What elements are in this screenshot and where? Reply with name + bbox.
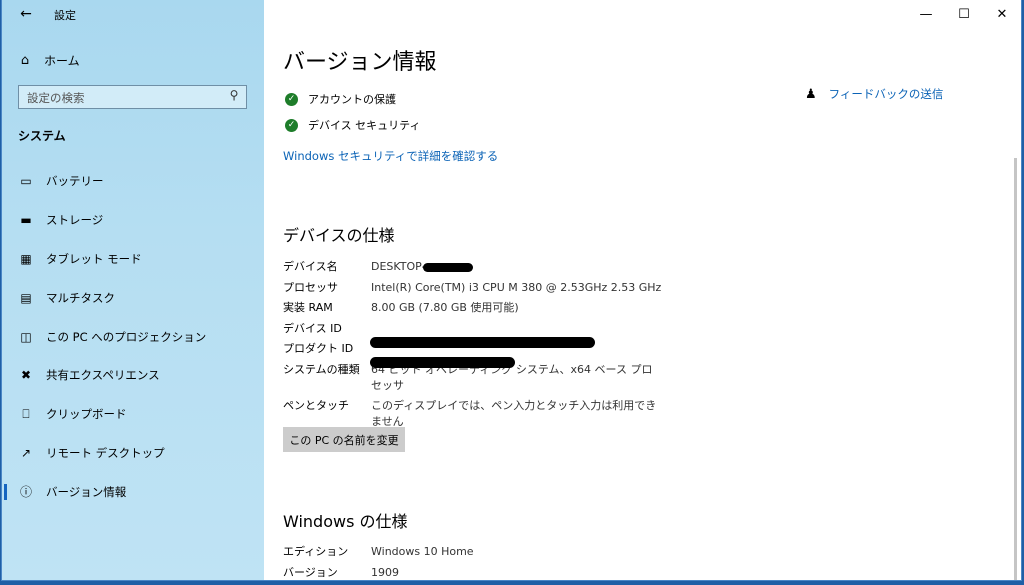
redaction-mark — [423, 263, 473, 272]
remote-desktop-icon: ↗ — [20, 445, 32, 460]
app-title: 設定 — [54, 9, 76, 22]
spec-row: バージョン 1909 — [283, 565, 663, 581]
sidebar-item-label: マルチタスク — [46, 290, 115, 305]
device-spec-heading: デバイスの仕様 — [283, 226, 395, 245]
check-circle-icon: ✓ — [285, 92, 298, 106]
status-label: デバイス セキュリティ — [308, 119, 421, 132]
spec-row: プロセッサ Intel(R) Core(TM) i3 CPU M 380 @ 2… — [283, 280, 663, 296]
spec-value: Intel(R) Core(TM) i3 CPU M 380 @ 2.53GHz… — [371, 280, 662, 294]
spec-value: 8.00 GB (7.80 GB 使用可能) — [371, 301, 519, 314]
check-circle-icon: ✓ — [285, 118, 298, 132]
spec-key: デバイス ID — [283, 321, 342, 335]
shared-experience-icon: ✖ — [20, 368, 32, 383]
device-security-status: ✓ デバイス セキュリティ — [283, 115, 421, 135]
windows-spec-heading: Windows の仕様 — [283, 512, 408, 531]
redaction-mark — [370, 357, 515, 368]
clipboard-icon: ⎕ — [22, 406, 30, 421]
redaction-mark — [370, 337, 595, 348]
sidebar-item-label: バッテリー — [46, 174, 104, 189]
battery-icon: ▭ — [20, 174, 32, 189]
feedback-link[interactable]: ♟ フィードバックの送信 — [805, 86, 943, 102]
spec-key: バージョン — [283, 565, 338, 579]
sidebar-item-label: ストレージ — [46, 213, 104, 228]
sidebar-item-label: ホーム — [44, 53, 80, 68]
security-details-link[interactable]: Windows セキュリティで詳細を確認する — [283, 148, 498, 164]
spec-row: ペンとタッチ このディスプレイでは、ペン入力とタッチ入力は利用できません — [283, 398, 663, 430]
sidebar-nav: ▭ バッテリー ▬ ストレージ ▦ タブレット モード ▤ マルチタスク ◫ こ… — [2, 162, 264, 511]
feedback-icon: ♟ — [805, 86, 817, 102]
sidebar-item-remote-desktop[interactable]: ↗ リモート デスクトップ — [2, 434, 264, 473]
sidebar-item-shared-experience[interactable]: ✖ 共有エクスペリエンス — [2, 356, 264, 395]
scrollbar[interactable] — [1014, 158, 1017, 580]
windows-spec-table: エディション Windows 10 Home バージョン 1909 — [283, 544, 663, 580]
feedback-label: フィードバックの送信 — [828, 87, 944, 101]
sidebar-item-tablet-mode[interactable]: ▦ タブレット モード — [2, 240, 264, 279]
sidebar-item-label: この PC へのプロジェクション — [46, 329, 207, 344]
home-icon: ⌂ — [20, 52, 30, 68]
sidebar-item-label: タブレット モード — [46, 251, 142, 266]
spec-row: エディション Windows 10 Home — [283, 544, 663, 560]
sidebar-item-multitasking[interactable]: ▤ マルチタスク — [2, 278, 264, 317]
sidebar-item-label: クリップボード — [46, 407, 127, 422]
spec-key: システムの種類 — [283, 362, 360, 376]
settings-window: ← 設定 ⌂ ホーム ⚲ システム ▭ バッテリー ▬ ストレージ ▦ タブレッ… — [2, 0, 1021, 580]
search-input[interactable] — [19, 86, 229, 110]
projection-icon: ◫ — [20, 329, 32, 344]
spec-key: プロセッサ — [283, 280, 338, 294]
section-heading: システム — [18, 129, 66, 143]
page-title: バージョン情報 — [283, 50, 437, 75]
spec-row: デバイス ID — [283, 321, 663, 337]
main-content: バージョン情報 ♟ フィードバックの送信 ✓ アカウントの保護 ✓ デバイス セ… — [283, 0, 1003, 580]
sidebar: ← 設定 ⌂ ホーム ⚲ システム ▭ バッテリー ▬ ストレージ ▦ タブレッ… — [2, 0, 264, 580]
spec-value — [371, 321, 663, 337]
sidebar-item-clipboard[interactable]: ⎕ クリップボード — [2, 395, 264, 434]
search-icon[interactable]: ⚲ — [226, 88, 242, 106]
sidebar-item-label: バージョン情報 — [46, 484, 127, 499]
sidebar-item-label: リモート デスクトップ — [46, 445, 165, 460]
spec-value: 1909 — [371, 565, 399, 579]
account-protection-status: ✓ アカウントの保護 — [283, 89, 396, 109]
sidebar-item-home[interactable]: ⌂ ホーム — [16, 50, 80, 70]
spec-key: エディション — [283, 545, 349, 558]
spec-value: このディスプレイでは、ペン入力とタッチ入力は利用できません — [371, 399, 657, 428]
back-arrow-icon[interactable]: ← — [16, 4, 36, 24]
spec-value: Windows 10 Home — [371, 545, 474, 558]
search-box: ⚲ — [18, 85, 247, 110]
sidebar-item-storage[interactable]: ▬ ストレージ — [2, 201, 264, 240]
sidebar-item-about[interactable]: ⓘ バージョン情報 — [2, 472, 264, 511]
storage-icon: ▬ — [20, 213, 32, 228]
multitasking-icon: ▤ — [20, 290, 32, 305]
info-icon: ⓘ — [19, 485, 32, 500]
spec-value: DESKTOP- — [371, 260, 426, 273]
title-bar: ← 設定 — [2, 0, 264, 28]
status-label: アカウントの保護 — [308, 93, 396, 106]
spec-row: デバイス名 DESKTOP- — [283, 259, 663, 275]
spec-row: 実装 RAM 8.00 GB (7.80 GB 使用可能) — [283, 300, 663, 316]
spec-key: ペンとタッチ — [283, 399, 349, 412]
spec-key: 実装 RAM — [283, 301, 333, 314]
sidebar-item-label: 共有エクスペリエンス — [46, 368, 160, 383]
sidebar-item-projection[interactable]: ◫ この PC へのプロジェクション — [2, 317, 264, 356]
spec-key: デバイス名 — [283, 260, 338, 273]
tablet-mode-icon: ▦ — [20, 251, 32, 266]
rename-pc-button[interactable]: この PC の名前を変更 — [283, 427, 405, 452]
spec-key: プロダクト ID — [283, 342, 354, 355]
sidebar-item-battery[interactable]: ▭ バッテリー — [2, 162, 264, 201]
